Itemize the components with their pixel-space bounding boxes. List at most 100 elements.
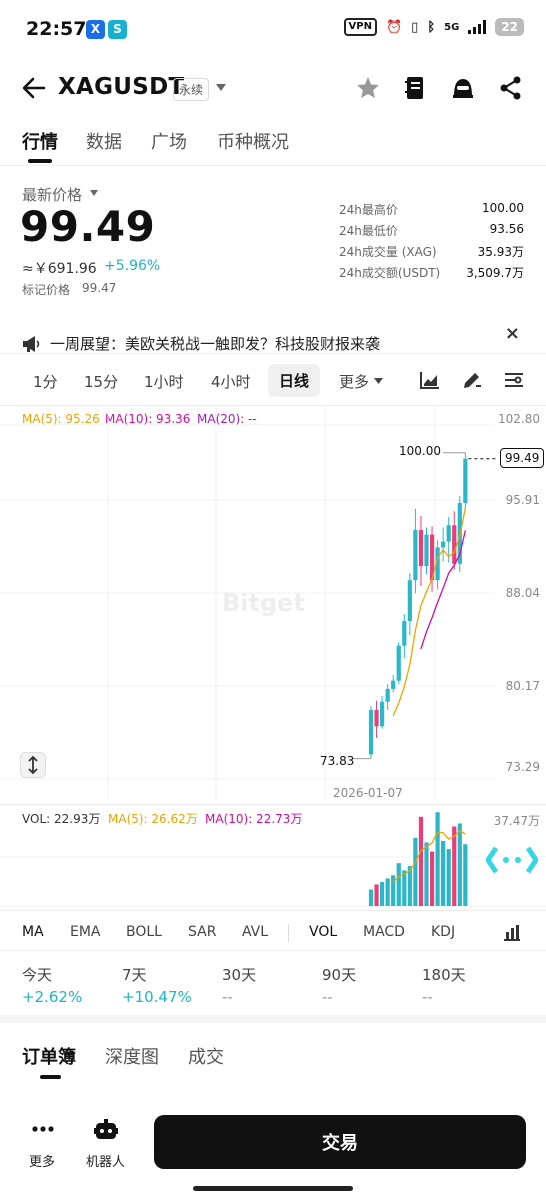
candle-body	[452, 525, 457, 564]
stat-high-value: 100.00	[482, 201, 524, 215]
bluetooth-icon: ᛒ	[427, 19, 436, 35]
x-app-icon: X	[86, 20, 105, 39]
indicator-sar[interactable]: SAR	[188, 924, 216, 940]
notebook-icon[interactable]	[405, 76, 425, 100]
trade-button[interactable]: 交易	[154, 1115, 526, 1169]
chart-settings-icon[interactable]	[504, 371, 524, 389]
close-icon[interactable]: ×	[505, 323, 520, 344]
y-tick-73-29: 73.29	[505, 760, 540, 774]
volume-bar	[380, 882, 385, 906]
current-price-tag[interactable]: 99.49	[500, 448, 545, 468]
volume-bar	[435, 812, 440, 906]
share-icon[interactable]	[500, 76, 522, 100]
stat-volume-value: 35.93万	[477, 245, 524, 259]
home-indicator	[193, 1186, 353, 1191]
more-label[interactable]: 更多	[29, 1151, 55, 1170]
volume-chart[interactable]	[0, 805, 546, 911]
tab-coin-overview[interactable]: 币种概况	[217, 128, 289, 154]
more-icon[interactable]	[32, 1125, 54, 1133]
stat-turnover-label: 24h成交额(USDT)	[339, 266, 441, 280]
high-marker-label: 100.00	[399, 444, 441, 458]
news-text[interactable]: 一周展望：美欧关税战一触即发？科技股财报来袭	[50, 333, 380, 354]
volume-bar	[402, 870, 407, 906]
back-arrow-icon[interactable]	[22, 77, 46, 99]
indicator-vol[interactable]: VOL	[309, 924, 337, 940]
cny-price: ≈￥691.96	[22, 261, 97, 277]
indicator-ma[interactable]: MA	[22, 924, 44, 940]
y-tick-80-17: 80.17	[505, 679, 540, 693]
tab-trades[interactable]: 成交	[188, 1043, 224, 1069]
candle-body	[374, 709, 379, 727]
volume-bar	[413, 837, 418, 906]
interval-4h[interactable]: 4小时	[211, 371, 251, 392]
contract-type-badge: 永续	[173, 78, 210, 101]
candle-body	[380, 701, 385, 727]
perf-30d-value: --	[222, 988, 233, 1006]
divider	[0, 353, 546, 354]
news-banner[interactable]: 一周展望：美欧关税战一触即发？科技股财报来袭	[22, 333, 380, 354]
candle-body	[407, 580, 412, 622]
perf-today-value: +2.62%	[22, 988, 83, 1006]
network-label: 5G	[444, 21, 460, 33]
vertical-scale-icon[interactable]	[20, 752, 46, 778]
stat-low-label: 24h最低价	[339, 224, 398, 238]
candlestick-chart[interactable]: Bitget	[0, 405, 546, 805]
tab-market[interactable]: 行情	[22, 128, 58, 154]
low-marker-label: 73.83	[320, 754, 355, 768]
interval-1h[interactable]: 1小时	[144, 371, 184, 392]
volume-bar	[446, 849, 451, 906]
candle-body	[441, 541, 446, 548]
symbol-name[interactable]: XAGUSDT	[58, 74, 185, 100]
active-tab-indicator	[28, 159, 52, 163]
y-tick-95-91: 95.91	[505, 493, 540, 507]
bot-face-icon[interactable]	[451, 76, 475, 100]
interval-more[interactable]: 更多	[339, 371, 369, 392]
chevron-down-icon[interactable]	[374, 378, 383, 384]
alarm-icon: ⏰	[385, 19, 403, 35]
indicator-ema[interactable]: EMA	[70, 924, 101, 940]
candle-body	[396, 645, 401, 681]
megaphone-icon	[23, 335, 40, 352]
tab-data[interactable]: 数据	[86, 128, 122, 154]
volume-bar	[374, 884, 379, 906]
indicator-kdj[interactable]: KDJ	[431, 924, 455, 940]
candle-body	[385, 688, 390, 702]
candle-body	[446, 525, 451, 542]
indicator-boll[interactable]: BOLL	[126, 924, 162, 940]
chevron-down-icon	[90, 190, 98, 196]
perf-180d-label: 180天	[422, 966, 466, 984]
star-icon[interactable]	[356, 76, 380, 99]
tab-order-book[interactable]: 订单簿	[22, 1043, 76, 1069]
bot-label[interactable]: 机器人	[86, 1151, 125, 1170]
tab-depth-chart[interactable]: 深度图	[105, 1043, 159, 1069]
battery-level: 22	[495, 18, 524, 36]
candle-body	[418, 529, 424, 567]
indicator-settings-icon[interactable]	[503, 923, 521, 941]
status-bar: 22:57 X S VPN ⏰ ▯ ᛒ 5G 22	[0, 0, 546, 62]
interval-1m[interactable]: 1分	[33, 371, 58, 392]
divider	[0, 910, 546, 911]
indicator-divider	[288, 924, 289, 942]
tab-square[interactable]: 广场	[151, 128, 187, 154]
interval-15m[interactable]: 15分	[84, 371, 118, 392]
perf-7d-label: 7天	[122, 966, 147, 984]
chart-type-icon[interactable]	[420, 371, 440, 389]
interval-daily[interactable]: 日线	[268, 364, 321, 397]
candle-body	[463, 458, 468, 504]
draw-tool-icon[interactable]	[462, 370, 482, 390]
perf-7d-value: +10.47%	[122, 988, 192, 1006]
ai-assistant-icon[interactable]	[486, 844, 538, 876]
last-price: 99.49	[20, 202, 156, 251]
indicator-macd[interactable]: MACD	[363, 924, 405, 940]
vpn-indicator: VPN	[343, 18, 377, 36]
stat-low-value: 93.56	[489, 222, 524, 236]
perf-30d-label: 30天	[222, 966, 257, 984]
robot-icon[interactable]	[94, 1119, 118, 1141]
volume-bar	[396, 863, 401, 906]
chevron-down-icon[interactable]	[216, 84, 226, 91]
indicator-avl[interactable]: AVL	[242, 924, 268, 940]
candle-body	[368, 709, 374, 755]
volume-bar	[452, 826, 457, 906]
candle-body	[413, 529, 418, 581]
volume-bar	[463, 844, 468, 906]
